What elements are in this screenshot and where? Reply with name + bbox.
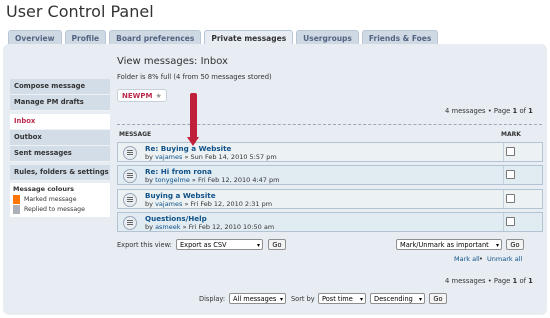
message-read-icon [123, 169, 137, 183]
folder-info: Folder is 8% full (4 from 50 messages st… [117, 73, 272, 81]
message-date: » Sun Feb 14, 2010 5:57 pm [184, 153, 277, 161]
display-label: Display: [199, 295, 226, 303]
replied-swatch [13, 205, 20, 214]
message-author[interactable]: asmeek [155, 223, 180, 231]
export-select[interactable]: Export as CSV ▾ [176, 239, 263, 250]
dropdown-arrow-icon: ▾ [359, 296, 363, 303]
pagination-text: 4 messages • Page [445, 277, 511, 285]
pointer-arrow-icon [187, 93, 199, 146]
mark-checkbox[interactable] [506, 147, 515, 156]
message-author[interactable]: vajames [155, 200, 182, 208]
page-total: 1 [528, 107, 533, 115]
export-go-button[interactable]: Go [268, 239, 286, 250]
message-row[interactable]: Re: Hi from rona by tonygelme » Fri Feb … [117, 165, 543, 185]
mark-all-link[interactable]: Mark all [454, 255, 480, 263]
link-separator: • [479, 255, 483, 263]
message-meta: by asmeek » Fri Feb 12, 2010 10:50 am [145, 223, 274, 231]
display-select-value: All messages [233, 295, 277, 303]
order-select[interactable]: Descending ▾ [370, 293, 425, 304]
dropdown-arrow-icon: ▾ [495, 242, 499, 249]
message-row[interactable]: Questions/Help by asmeek » Fri Feb 12, 2… [117, 212, 543, 232]
message-date: » Fri Feb 12, 2010 2:31 pm [184, 200, 273, 208]
mark-column-divider [503, 143, 504, 161]
message-read-icon [123, 193, 137, 207]
message-by: by [145, 176, 153, 184]
message-row[interactable]: Re: Buying a Website by vajames » Sun Fe… [117, 142, 543, 162]
sort-select-value: Post time [322, 295, 353, 303]
legend-replied-label: Replied to message [24, 206, 85, 213]
page-total: 1 [528, 277, 533, 285]
sidebar-group-compose: Compose message Manage PM drafts [10, 79, 110, 111]
sidebar-item-outbox[interactable]: Outbox [10, 130, 110, 146]
message-by: by [145, 223, 153, 231]
sort-label: Sort by [291, 295, 315, 303]
mark-action-select[interactable]: Mark/Unmark as important ▾ [396, 239, 502, 250]
main-heading: View messages: Inbox [117, 56, 228, 67]
mark-action-value: Mark/Unmark as important [400, 241, 489, 249]
sidebar-item-sent[interactable]: Sent messages [10, 146, 110, 162]
sidebar-item-compose[interactable]: Compose message [10, 79, 110, 95]
pagination-bottom: 4 messages • Page 1 of 1 [445, 277, 533, 285]
mark-checkbox[interactable] [506, 170, 515, 179]
page-of: of [519, 107, 526, 115]
message-date: » Fri Feb 12, 2010 4:47 pm [191, 176, 280, 184]
marked-swatch [13, 195, 20, 204]
dropdown-arrow-icon: ▾ [256, 242, 260, 249]
message-by: by [145, 153, 153, 161]
message-subject[interactable]: Buying a Website [145, 191, 216, 200]
mark-checkbox[interactable] [506, 217, 515, 226]
mark-checkbox[interactable] [506, 194, 515, 203]
message-author[interactable]: vajames [155, 153, 182, 161]
unmark-all-link[interactable]: Unmark all [487, 255, 522, 263]
dropdown-arrow-icon: ▾ [279, 296, 283, 303]
page-current: 1 [512, 277, 518, 285]
message-read-icon [123, 146, 137, 160]
sidebar-item-inbox[interactable]: Inbox [10, 114, 110, 130]
export-select-value: Export as CSV [180, 241, 227, 249]
page-title: User Control Panel [6, 2, 154, 21]
mark-go-button[interactable]: Go [506, 239, 524, 250]
sidebar-group-folders: Inbox Outbox Sent messages [10, 114, 110, 162]
col-message: MESSAGE [119, 131, 152, 138]
sort-go-button[interactable]: Go [429, 293, 447, 304]
message-meta: by tonygelme » Fri Feb 12, 2010 4:47 pm [145, 176, 279, 184]
message-meta: by vajames » Sun Feb 14, 2010 5:57 pm [145, 153, 277, 161]
mark-column-divider [503, 213, 504, 231]
sidebar-group-settings: Rules, folders & settings [10, 165, 110, 181]
sort-select[interactable]: Post time ▾ [318, 293, 366, 304]
order-select-value: Descending [374, 295, 413, 303]
star-icon: ★ [155, 92, 162, 100]
legend-marked: Marked message [13, 195, 107, 204]
sidebar-item-drafts[interactable]: Manage PM drafts [10, 95, 110, 111]
message-by: by [145, 200, 153, 208]
message-colours-box: Message colours Marked message Replied t… [10, 183, 110, 217]
divider [117, 124, 542, 125]
message-colours-title: Message colours [13, 185, 75, 193]
pagination-top: 4 messages • Page 1 of 1 [445, 107, 533, 115]
message-subject[interactable]: Questions/Help [145, 214, 207, 223]
message-read-icon [123, 216, 137, 230]
dropdown-arrow-icon: ▾ [418, 296, 422, 303]
message-author[interactable]: tonygelme [155, 176, 190, 184]
page-current: 1 [512, 107, 518, 115]
col-mark: MARK [501, 131, 521, 138]
legend-replied: Replied to message [13, 205, 107, 214]
display-select[interactable]: All messages ▾ [229, 293, 286, 304]
export-label: Export this view: [117, 241, 172, 249]
message-meta: by vajames » Fri Feb 12, 2010 2:31 pm [145, 200, 272, 208]
newpm-button[interactable]: NEWPM ★ [117, 89, 167, 102]
message-subject[interactable]: Re: Hi from rona [145, 167, 212, 176]
mark-column-divider [503, 166, 504, 184]
page-of: of [519, 277, 526, 285]
newpm-label: NEWPM [122, 92, 153, 100]
message-date: » Fri Feb 12, 2010 10:50 am [182, 223, 275, 231]
message-row[interactable]: Buying a Website by vajames » Fri Feb 12… [117, 189, 543, 209]
pagination-text: 4 messages • Page [445, 107, 511, 115]
legend-marked-label: Marked message [24, 196, 77, 203]
sidebar-item-rules[interactable]: Rules, folders & settings [10, 165, 110, 181]
mark-column-divider [503, 190, 504, 208]
